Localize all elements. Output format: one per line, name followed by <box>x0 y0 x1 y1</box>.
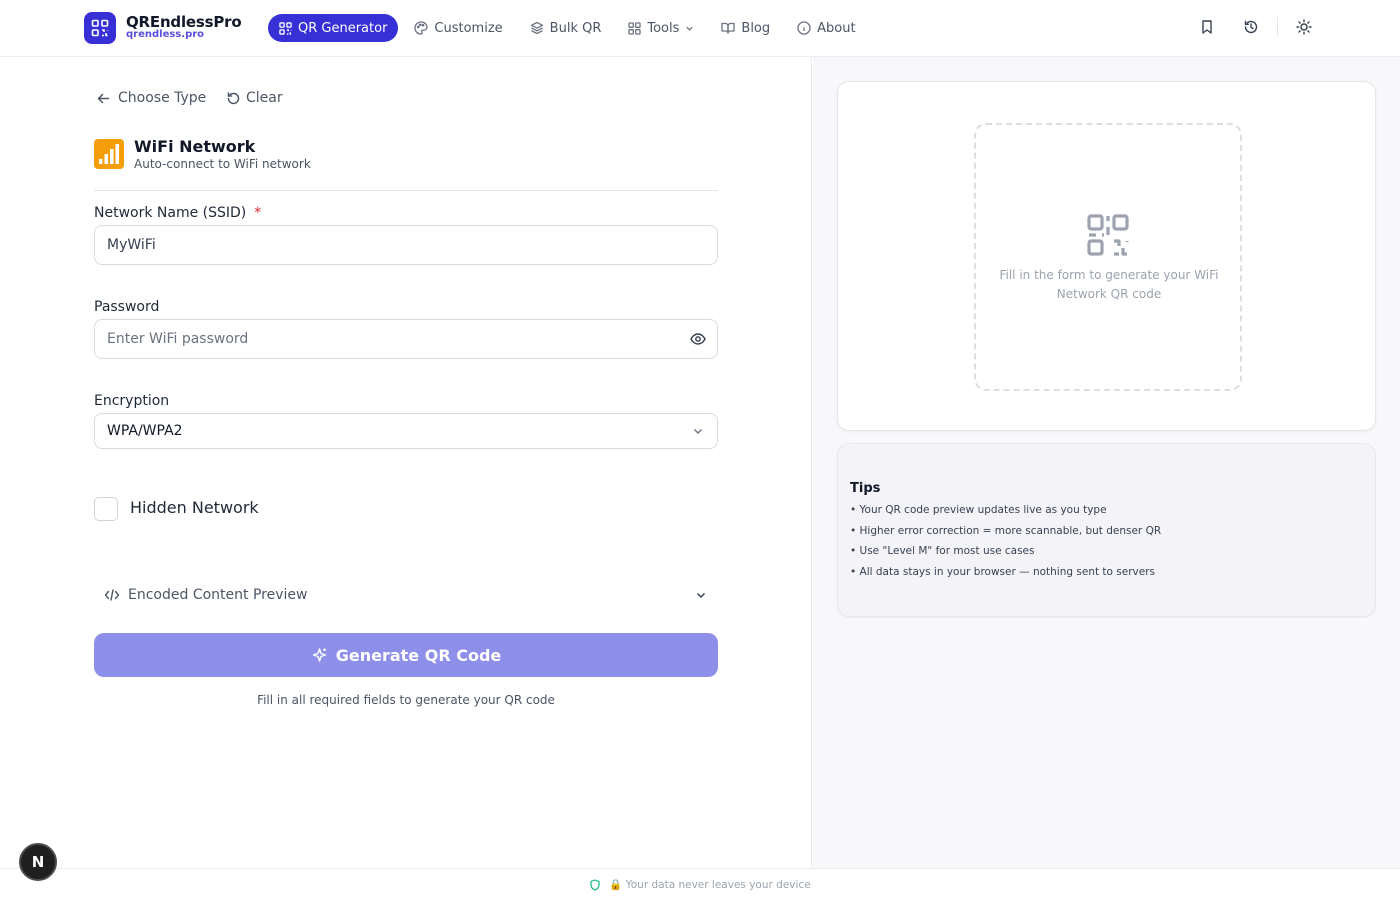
grid-icon <box>628 21 642 35</box>
encoded-preview-toggle[interactable]: Encoded Content Preview <box>94 578 718 612</box>
encoded-preview-label: Encoded Content Preview <box>128 587 308 603</box>
sparkle-icon <box>312 647 326 662</box>
tip-item: • All data stays in your browser — nothi… <box>850 565 1156 578</box>
palette-icon <box>414 21 429 35</box>
chevron-down-icon <box>696 592 706 599</box>
nav-bulk-qr[interactable]: Bulk QR <box>519 14 613 42</box>
chevron-down-icon <box>686 26 694 31</box>
privacy-footer: 🔒 Your data never leaves your device <box>0 868 1400 900</box>
privacy-text: 🔒 Your data never leaves your device <box>609 879 811 891</box>
ssid-label: Network Name (SSID) * <box>94 205 261 221</box>
nav-about[interactable]: About <box>786 14 866 42</box>
dev-tools-button[interactable]: N <box>19 843 57 881</box>
tip-item: • Your QR code preview updates live as y… <box>850 504 1107 516</box>
sun-icon[interactable] <box>1295 18 1313 36</box>
dev-tools-label: N <box>31 853 45 871</box>
layers-icon <box>530 21 543 35</box>
nav-label: QR Generator <box>298 20 388 36</box>
form-panel: Choose Type Clear WiFi Network Auto-conn… <box>0 57 812 868</box>
history-icon[interactable] <box>1242 18 1260 36</box>
chevron-down-icon <box>694 429 702 434</box>
hidden-network-checkbox[interactable] <box>94 497 118 521</box>
brand-logo-icon[interactable] <box>84 12 116 44</box>
qr-placeholder-icon <box>1087 214 1129 256</box>
divider <box>94 190 718 191</box>
wifi-signal-icon <box>94 139 124 169</box>
tips-list: • Your QR code preview updates live as y… <box>850 503 1161 585</box>
password-input[interactable]: Enter WiFi password <box>94 319 718 359</box>
nav-blog[interactable]: Blog <box>710 14 781 42</box>
top-navigation-bar: QREndlessPro qrendless.pro QR Generator … <box>0 0 1400 57</box>
password-placeholder: Enter WiFi password <box>107 331 249 347</box>
nav-qr-generator[interactable]: QR Generator <box>268 14 399 42</box>
choose-type-button[interactable]: Choose Type <box>96 90 206 106</box>
rotate-ccw-icon <box>227 91 240 104</box>
nav-label: Tools <box>647 20 680 36</box>
tips-card: Tips • Your QR code preview updates live… <box>837 443 1376 617</box>
encryption-select[interactable]: WPA/WPA2 <box>94 413 718 449</box>
generate-qr-button[interactable]: Generate QR Code <box>94 633 718 677</box>
preview-panel: Fill in the form to generate your WiFi N… <box>813 57 1400 868</box>
clear-label: Clear <box>246 90 283 106</box>
choose-type-label: Choose Type <box>118 90 207 106</box>
tip-item: • Use "Level M" for most use cases <box>850 545 1035 557</box>
nav-label: Bulk QR <box>549 20 602 36</box>
qr-preview-card: Fill in the form to generate your WiFi N… <box>837 81 1376 431</box>
book-icon <box>721 22 736 34</box>
nav-label: Blog <box>741 20 771 36</box>
type-title: WiFi Network <box>134 137 256 156</box>
info-icon <box>797 21 811 35</box>
nav-tools[interactable]: Tools <box>617 14 705 42</box>
encryption-value: WPA/WPA2 <box>107 423 183 439</box>
qr-preview-area: Fill in the form to generate your WiFi N… <box>974 123 1242 391</box>
brand-url: qrendless.pro <box>126 29 205 40</box>
tips-title: Tips <box>850 481 881 496</box>
tip-item: • Higher error correction = more scannab… <box>850 524 1162 537</box>
nav-customize[interactable]: Customize <box>403 14 513 42</box>
password-label: Password <box>94 299 160 315</box>
nav-label: Customize <box>434 20 503 36</box>
generate-qr-label: Generate QR Code <box>335 645 502 665</box>
header-divider <box>1277 17 1278 37</box>
ssid-input[interactable]: MyWiFi <box>94 225 718 265</box>
main-nav: QR Generator Customize Bulk QR Tools Blo… <box>268 14 872 42</box>
arrow-left-icon <box>97 93 110 103</box>
eye-icon[interactable] <box>690 331 706 351</box>
qr-icon <box>279 21 292 35</box>
code-icon <box>104 589 120 601</box>
ssid-input-value: MyWiFi <box>107 237 156 253</box>
hidden-network-label[interactable]: Hidden Network <box>130 498 259 517</box>
bookmark-icon[interactable] <box>1198 18 1216 36</box>
type-description: Auto-connect to WiFi network <box>134 157 311 171</box>
clear-button[interactable]: Clear <box>226 90 283 106</box>
encryption-label: Encryption <box>94 393 170 409</box>
shield-icon <box>590 878 600 891</box>
ssid-label-text: Network Name (SSID) <box>94 205 247 221</box>
form-hint: Fill in all required fields to generate … <box>257 693 555 707</box>
nav-label: About <box>817 20 856 36</box>
required-mark: * <box>254 205 262 221</box>
qr-preview-empty-text: Fill in the form to generate your WiFi N… <box>999 268 1219 301</box>
